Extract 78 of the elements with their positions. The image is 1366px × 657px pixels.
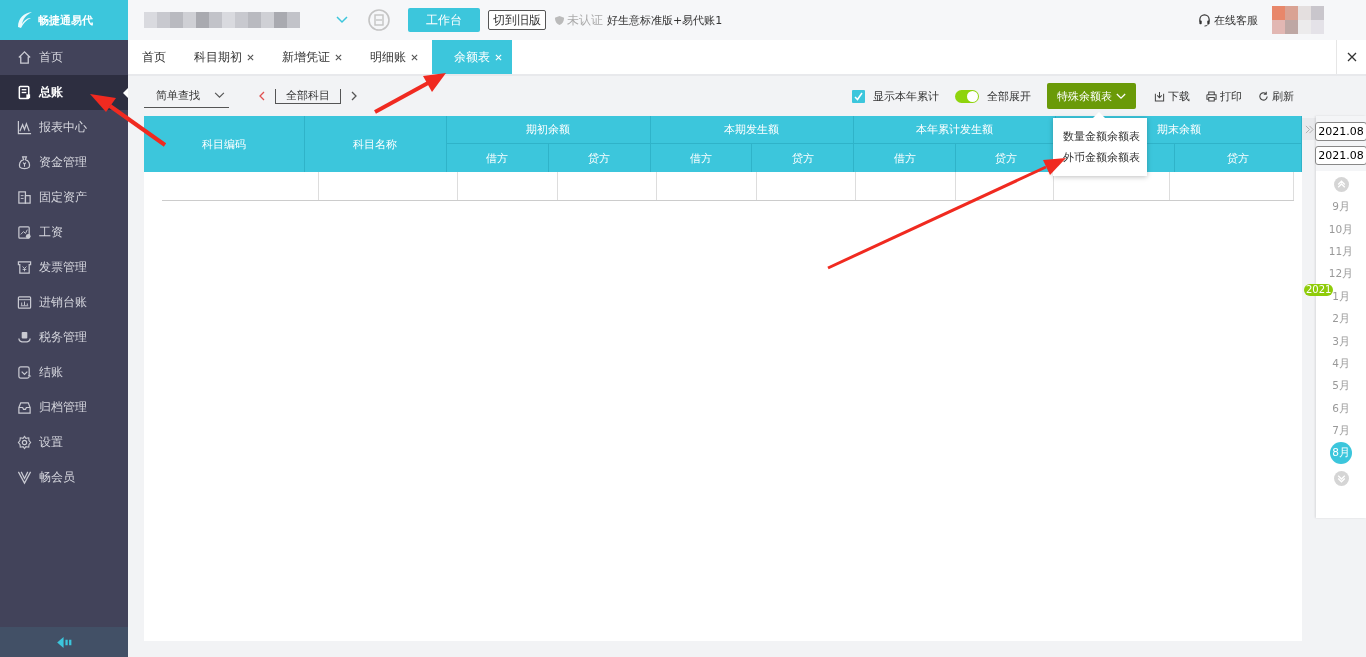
column-header: 借方 bbox=[854, 144, 957, 172]
close-icon[interactable] bbox=[335, 53, 342, 61]
column-header: 借方 bbox=[446, 144, 549, 172]
printer-icon bbox=[1206, 90, 1217, 102]
column-header: 科目编码 bbox=[144, 116, 305, 172]
expand-panel-button[interactable] bbox=[1302, 118, 1316, 140]
payroll-icon bbox=[17, 225, 32, 240]
online-support-link[interactable]: 在线客服 bbox=[1214, 12, 1258, 28]
column-header: 本期发生额 bbox=[650, 116, 855, 144]
toggle-switch[interactable] bbox=[955, 89, 979, 103]
checkout-icon bbox=[17, 365, 32, 380]
scroll-up-icon[interactable] bbox=[1333, 177, 1349, 192]
home-icon bbox=[17, 50, 32, 65]
end-period-field[interactable]: 2021.08 bbox=[1315, 146, 1366, 165]
gear-icon bbox=[17, 435, 32, 450]
sidebar-item[interactable]: 固定资产 bbox=[0, 180, 128, 215]
sidebar-item[interactable]: 资金管理 bbox=[0, 145, 128, 180]
refresh-icon bbox=[1258, 90, 1269, 102]
sidebar-item[interactable]: 发票管理 bbox=[0, 250, 128, 285]
sidebar-item[interactable]: 进销台账 bbox=[0, 285, 128, 320]
refresh-button[interactable]: 刷新 bbox=[1250, 88, 1302, 104]
column-header: 科目名称 bbox=[304, 116, 447, 172]
chevron-down-icon bbox=[214, 92, 225, 99]
year-badge: 2021 bbox=[1304, 283, 1334, 296]
column-header: 贷方 bbox=[548, 144, 651, 172]
annotation-arrow bbox=[374, 73, 446, 114]
chevron-left-icon[interactable] bbox=[259, 91, 265, 101]
certification-status: 未认证 bbox=[567, 11, 603, 29]
hand-coin-icon bbox=[17, 330, 32, 345]
document-circle-icon[interactable] bbox=[368, 9, 390, 31]
download-button[interactable]: 下载 bbox=[1146, 88, 1198, 104]
scroll-down-icon[interactable] bbox=[1333, 470, 1349, 486]
archive-icon bbox=[17, 400, 32, 415]
tab[interactable]: 新增凭证 bbox=[268, 40, 356, 74]
query-mode-select[interactable]: 简单查找 bbox=[144, 84, 229, 108]
tab[interactable]: 科目期初 bbox=[180, 40, 268, 74]
expand-all-label: 全部展开 bbox=[987, 88, 1031, 104]
sidebar-item[interactable]: 税务管理 bbox=[0, 320, 128, 355]
download-icon bbox=[1154, 90, 1165, 102]
receipt-icon bbox=[17, 260, 32, 275]
collapse-sidebar-icon[interactable] bbox=[56, 636, 72, 648]
chevron-down-icon[interactable] bbox=[336, 16, 348, 24]
shield-icon bbox=[554, 14, 565, 26]
app-logo-text: 畅捷通易代 bbox=[38, 12, 93, 28]
chevron-down-icon bbox=[1116, 92, 1126, 100]
edition-label: 好生意标准版+易代账1 bbox=[607, 12, 723, 28]
sidebar-item[interactable]: 工资 bbox=[0, 215, 128, 250]
column-header: 期初余额 bbox=[446, 116, 651, 144]
double-chevron-icon bbox=[1304, 124, 1314, 134]
column-header: 借方 bbox=[650, 144, 753, 172]
column-header: 贷方 bbox=[1175, 144, 1302, 172]
tab[interactable]: 明细账 bbox=[356, 40, 432, 74]
sidebar-item[interactable]: 设置 bbox=[0, 425, 128, 460]
sidebar-item[interactable]: 畅会员 bbox=[0, 460, 128, 495]
column-header: 贷方 bbox=[752, 144, 855, 172]
v-letter-icon bbox=[17, 470, 32, 485]
ledger-icon bbox=[17, 295, 32, 310]
sidebar-item[interactable]: 报表中心 bbox=[0, 110, 128, 145]
headset-icon[interactable] bbox=[1198, 13, 1211, 27]
print-button[interactable]: 打印 bbox=[1198, 88, 1250, 104]
start-period-field[interactable]: 2021.08 bbox=[1315, 122, 1366, 141]
subject-filter[interactable]: 全部科目 bbox=[275, 88, 341, 104]
sidebar-item[interactable]: 归档管理 bbox=[0, 390, 128, 425]
show-year-total-label: 显示本年累计 bbox=[873, 88, 939, 104]
document-icon bbox=[17, 85, 32, 100]
close-icon[interactable] bbox=[247, 53, 254, 61]
switch-version-button[interactable]: 切到旧版 bbox=[488, 10, 546, 30]
building-icon bbox=[17, 190, 32, 205]
checkbox[interactable] bbox=[852, 89, 865, 103]
tab[interactable]: 首页 bbox=[128, 40, 180, 74]
close-icon[interactable] bbox=[411, 53, 418, 61]
close-icon bbox=[1346, 52, 1357, 62]
sidebar-item[interactable]: 结账 bbox=[0, 355, 128, 390]
sidebar-item[interactable]: 首页 bbox=[0, 40, 128, 75]
sidebar-item[interactable]: 总账 bbox=[0, 75, 128, 110]
line-chart-icon bbox=[17, 120, 32, 135]
chevron-right-icon[interactable] bbox=[351, 91, 357, 101]
money-bag-icon bbox=[17, 155, 32, 170]
